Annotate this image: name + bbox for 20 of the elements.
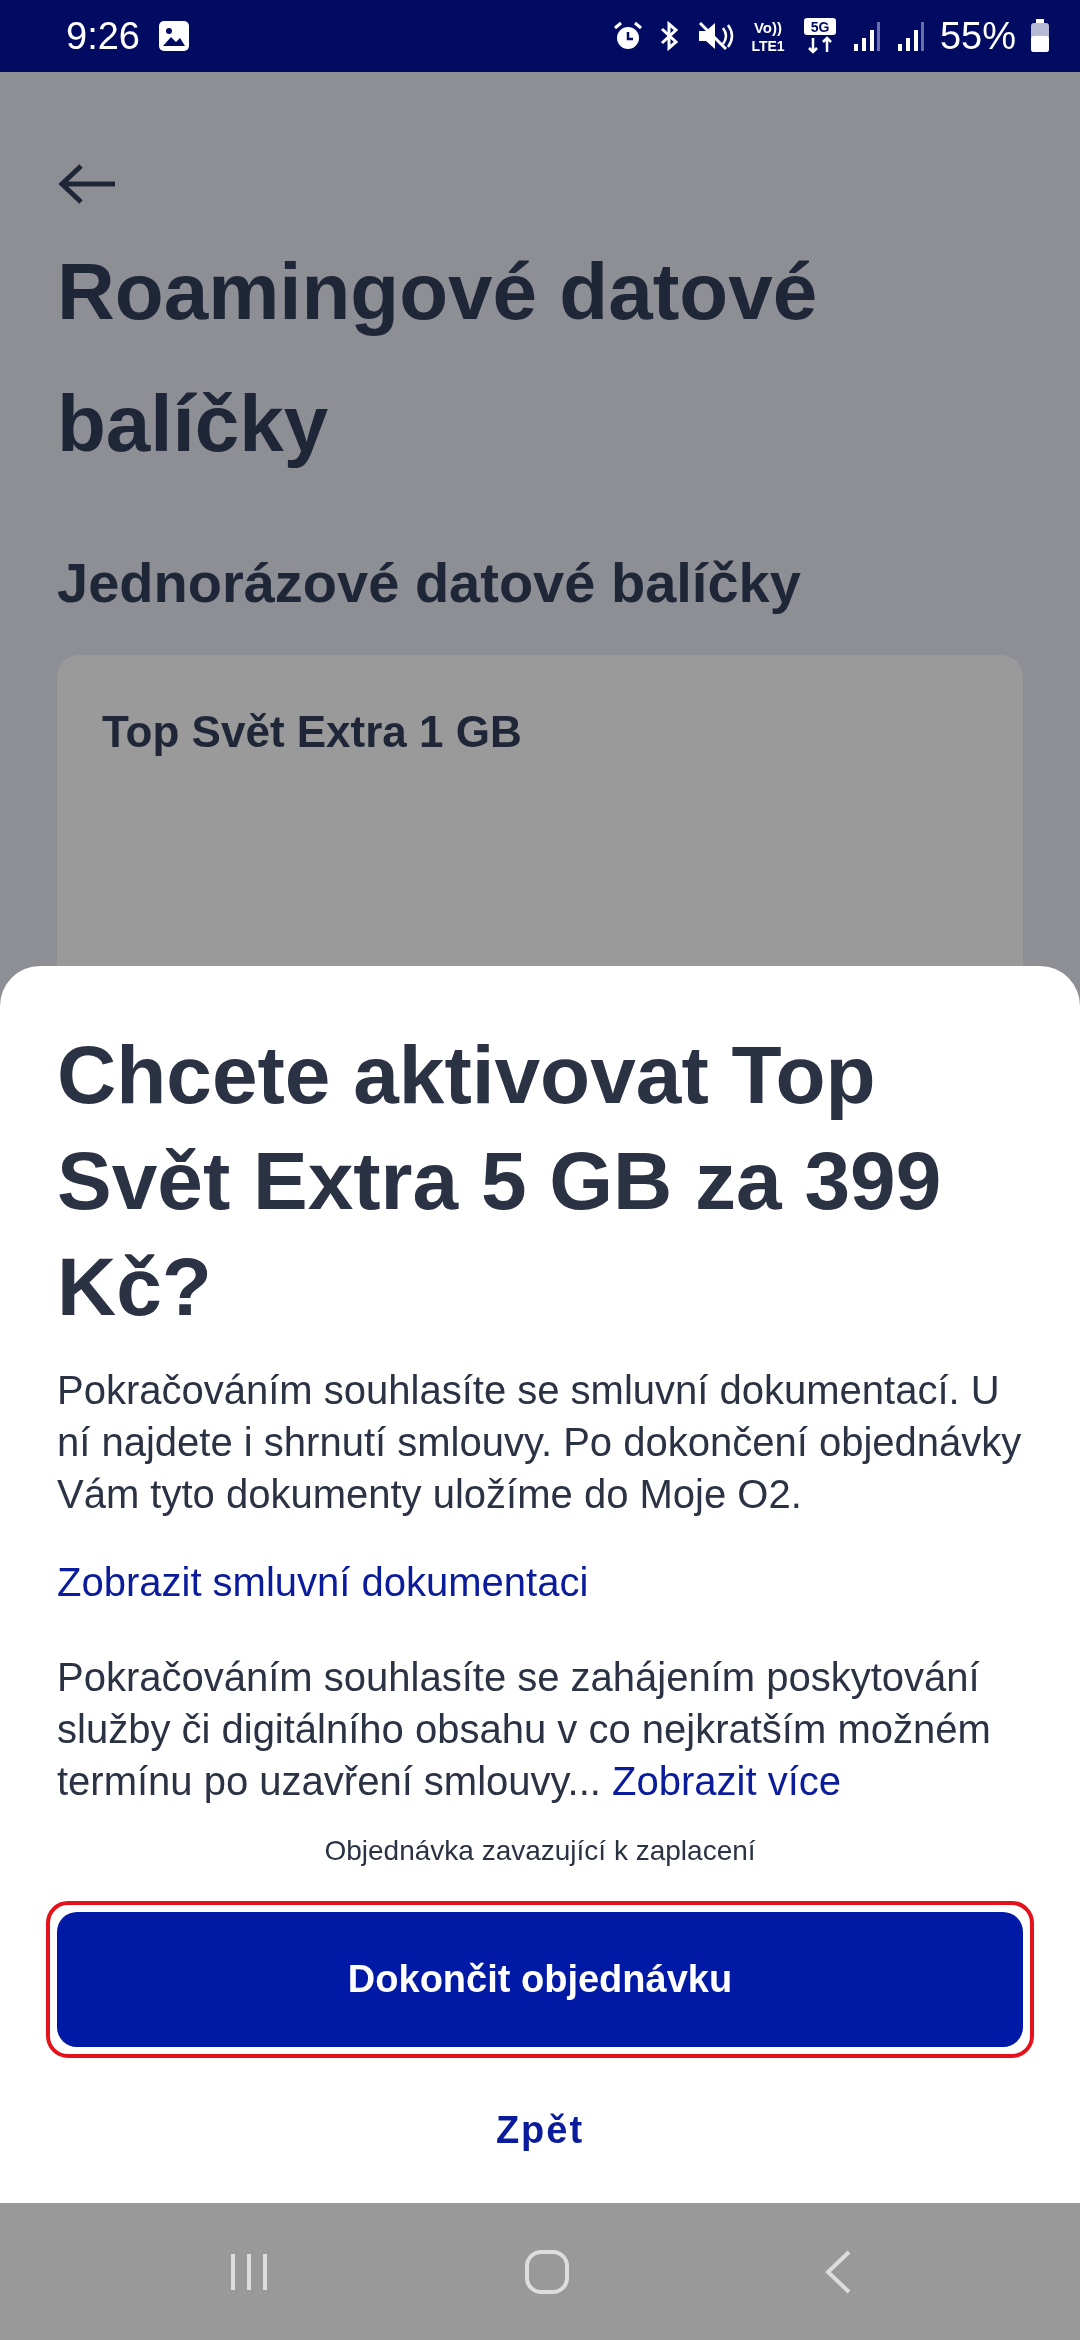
show-more-link[interactable]: Zobrazit více <box>612 1759 842 1803</box>
documents-link[interactable]: Zobrazit smluvní dokumentaci <box>57 1560 589 1604</box>
battery-percentage: 55% <box>939 14 1016 58</box>
payment-note: Objednávka zavazující k zaplacení <box>323 1835 757 1867</box>
status-time: 9:26 <box>66 14 140 58</box>
battery-icon <box>1030 19 1050 53</box>
confirm-order-button[interactable]: Dokončit objednávku <box>57 1912 1023 2047</box>
home-icon[interactable] <box>524 2248 570 2295</box>
alarm-icon <box>611 20 644 52</box>
volte-icon: Vo)) LTE1 <box>747 18 788 54</box>
package-title: Top Svět Extra 1 GB <box>102 707 522 756</box>
consent-text: Pokračováním souhlasíte se zahájením poskytování služby či digitálního obsahu v co nejkratším možném termínu po uzavření smlouvy... Zobrazit více <box>57 1654 992 1805</box>
signal-icon <box>895 20 926 52</box>
signal-icon <box>851 20 882 52</box>
image-icon <box>157 20 190 52</box>
back-button[interactable]: Zpět <box>489 2108 591 2153</box>
consent-text: Pokračováním souhlasíte se smluvní dokumentací. U ní najdete i shrnutí smlouvy. Po dokončení objednávky Vám tyto dokumenty uložíme do Moje O2. <box>57 1367 1023 1518</box>
section-heading: Jednorázové datové balíčky <box>57 550 802 615</box>
back-arrow-icon[interactable] <box>57 162 117 206</box>
page-title: Roamingové datové balíčky <box>57 246 819 470</box>
